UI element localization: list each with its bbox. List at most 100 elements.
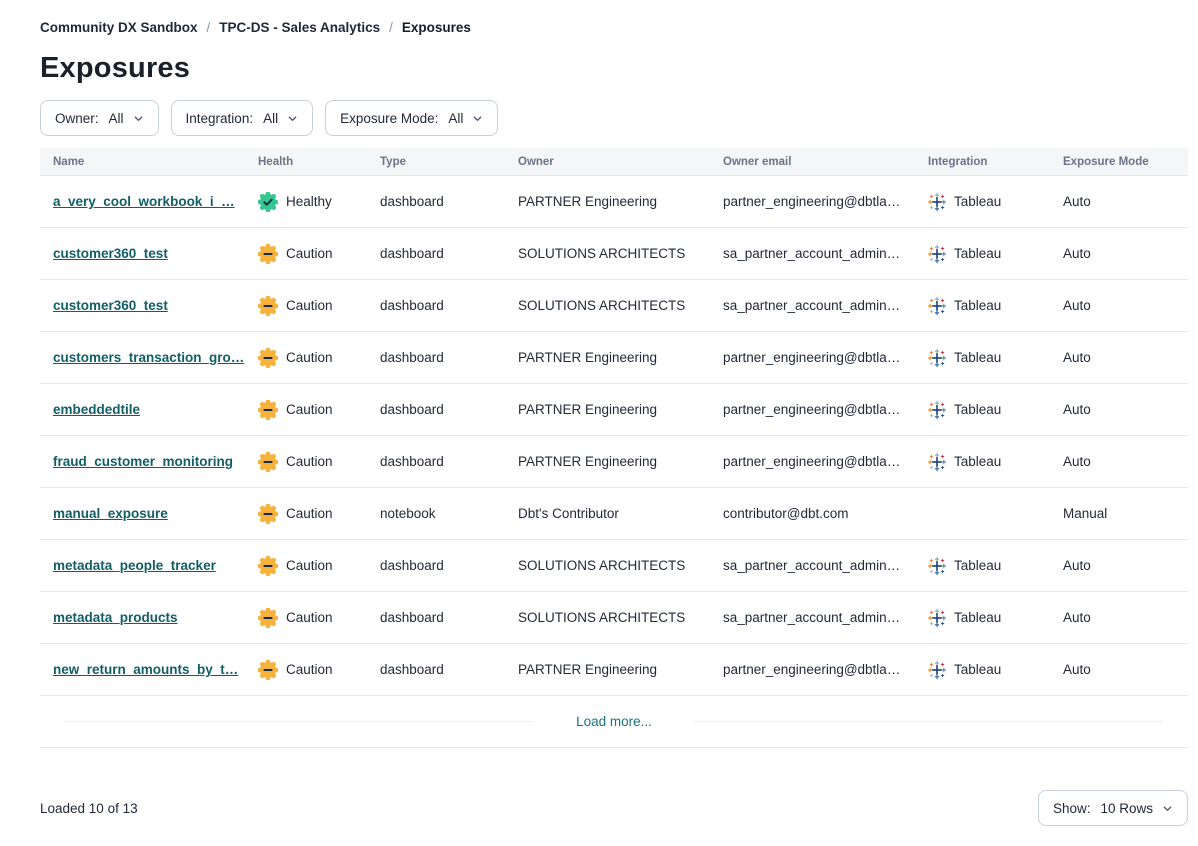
exposure-mode-filter-button[interactable]: Exposure Mode: All bbox=[325, 100, 498, 136]
owner-cell: PARTNER Engineering bbox=[505, 454, 710, 469]
exposure-name-link[interactable]: customer360_test bbox=[53, 298, 168, 313]
exposure-name-link[interactable]: embeddedtile bbox=[53, 402, 140, 417]
exposure-mode-cell: Auto bbox=[1050, 558, 1188, 573]
exposure-mode-cell: Auto bbox=[1050, 662, 1188, 677]
filter-bar: Owner:All Integration:All Exposure Mode:… bbox=[40, 100, 1188, 136]
health-label: Caution bbox=[286, 662, 333, 677]
breadcrumb-item-environment[interactable]: TPC-DS - Sales Analytics bbox=[219, 20, 380, 35]
type-cell: dashboard bbox=[367, 662, 505, 677]
table-row: new_return_amounts_by_t… bbox=[40, 644, 1188, 696]
chevron-down-icon bbox=[287, 113, 298, 124]
exposure-mode-cell: Auto bbox=[1050, 610, 1188, 625]
divider-line bbox=[694, 721, 1163, 722]
health-badge-icon bbox=[258, 244, 278, 264]
health-badge-icon bbox=[258, 608, 278, 628]
health-badge-icon bbox=[258, 504, 278, 524]
type-cell: dashboard bbox=[367, 402, 505, 417]
type-cell: notebook bbox=[367, 506, 505, 521]
exposure-name-link[interactable]: manual_exposure bbox=[53, 506, 168, 521]
column-header-type: Type bbox=[367, 156, 505, 168]
exposure-mode-cell: Auto bbox=[1050, 246, 1188, 261]
owner-email-cell: sa_partner_account_admin… bbox=[710, 610, 915, 625]
column-header-exposure-mode: Exposure Mode bbox=[1050, 156, 1188, 168]
breadcrumb-item-project[interactable]: Community DX Sandbox bbox=[40, 20, 198, 35]
integration-label: Tableau bbox=[954, 246, 1001, 261]
type-cell: dashboard bbox=[367, 558, 505, 573]
breadcrumb-separator: / bbox=[207, 20, 211, 35]
integration-label: Tableau bbox=[954, 454, 1001, 469]
owner-cell: Dbt's Contributor bbox=[505, 506, 710, 521]
column-header-health: Health bbox=[245, 156, 367, 168]
owner-cell: SOLUTIONS ARCHITECTS bbox=[505, 298, 710, 313]
exposure-mode-cell: Auto bbox=[1050, 194, 1188, 209]
tableau-icon bbox=[928, 453, 946, 471]
owner-email-cell: partner_engineering@dbtla… bbox=[710, 402, 915, 417]
owner-filter-label: Owner: bbox=[55, 111, 99, 126]
health-label: Healthy bbox=[286, 194, 332, 209]
health-label: Caution bbox=[286, 246, 333, 261]
exposure-mode-cell: Auto bbox=[1050, 454, 1188, 469]
owner-filter-button[interactable]: Owner: All bbox=[40, 100, 159, 136]
show-rows-value: 10 Rows bbox=[1100, 801, 1153, 816]
owner-cell: PARTNER Engineering bbox=[505, 662, 710, 677]
show-rows-label: Show: bbox=[1053, 801, 1091, 816]
owner-email-cell: partner_engineering@dbtla… bbox=[710, 350, 915, 365]
chevron-down-icon bbox=[133, 113, 144, 124]
table-row: metadata_people_tracker bbox=[40, 540, 1188, 592]
exposure-name-link[interactable]: metadata_people_tracker bbox=[53, 558, 216, 573]
owner-email-cell: partner_engineering@dbtla… bbox=[710, 194, 915, 209]
integration-filter-label: Integration: bbox=[186, 111, 254, 126]
integration-label: Tableau bbox=[954, 662, 1001, 677]
column-header-owner: Owner bbox=[505, 156, 710, 168]
owner-cell: PARTNER Engineering bbox=[505, 350, 710, 365]
exposure-name-link[interactable]: customer360_test bbox=[53, 246, 168, 261]
exposure-name-link[interactable]: new_return_amounts_by_t… bbox=[53, 662, 238, 677]
exposure-name-link[interactable]: fraud_customer_monitoring bbox=[53, 454, 233, 469]
exposure-mode-cell: Auto bbox=[1050, 350, 1188, 365]
exposure-mode-cell: Manual bbox=[1050, 506, 1188, 521]
tableau-icon bbox=[928, 401, 946, 419]
tableau-icon bbox=[928, 349, 946, 367]
integration-label: Tableau bbox=[954, 298, 1001, 313]
exposure-mode-filter-label: Exposure Mode: bbox=[340, 111, 438, 126]
integration-label: Tableau bbox=[954, 350, 1001, 365]
integration-label: Tableau bbox=[954, 558, 1001, 573]
health-label: Caution bbox=[286, 454, 333, 469]
load-more-link[interactable]: Load more... bbox=[576, 714, 652, 729]
integration-filter-button[interactable]: Integration:All bbox=[171, 100, 314, 136]
type-cell: dashboard bbox=[367, 298, 505, 313]
tableau-icon bbox=[928, 609, 946, 627]
integration-label: Tableau bbox=[954, 610, 1001, 625]
owner-filter-value: All bbox=[109, 111, 124, 126]
breadcrumb: Community DX Sandbox / TPC-DS - Sales An… bbox=[40, 20, 1188, 35]
table-row: customer360_test bbox=[40, 280, 1188, 332]
integration-label: Tableau bbox=[954, 402, 1001, 417]
show-rows-button[interactable]: Show: 10 Rows bbox=[1038, 790, 1188, 826]
table-header-row: Name Health Type Owner Owner email Integ… bbox=[40, 148, 1188, 176]
health-label: Caution bbox=[286, 298, 333, 313]
health-badge-icon bbox=[258, 452, 278, 472]
table-row: customers_transaction_gro… bbox=[40, 332, 1188, 384]
type-cell: dashboard bbox=[367, 610, 505, 625]
owner-email-cell: sa_partner_account_admin… bbox=[710, 558, 915, 573]
health-badge-icon bbox=[258, 192, 278, 212]
tableau-icon bbox=[928, 661, 946, 679]
column-header-integration: Integration bbox=[915, 156, 1050, 168]
exposure-mode-filter-value: All bbox=[448, 111, 463, 126]
exposure-name-link[interactable]: metadata_products bbox=[53, 610, 178, 625]
table-row: embeddedtile bbox=[40, 384, 1188, 436]
tableau-icon bbox=[928, 193, 946, 211]
exposure-name-link[interactable]: a_very_cool_workbook_i_… bbox=[53, 194, 235, 209]
exposure-mode-cell: Auto bbox=[1050, 298, 1188, 313]
chevron-down-icon bbox=[472, 113, 483, 124]
owner-cell: PARTNER Engineering bbox=[505, 194, 710, 209]
tableau-icon bbox=[928, 297, 946, 315]
health-badge-icon bbox=[258, 660, 278, 680]
health-badge-icon bbox=[258, 296, 278, 316]
table-footer: Loaded 10 of 13 Show:10 Rows bbox=[40, 790, 1188, 826]
exposure-name-link[interactable]: customers_transaction_gro… bbox=[53, 350, 244, 365]
exposure-mode-cell: Auto bbox=[1050, 402, 1188, 417]
page-title: Exposures bbox=[40, 52, 1188, 85]
table-row: customer360_test bbox=[40, 228, 1188, 280]
health-label: Caution bbox=[286, 402, 333, 417]
